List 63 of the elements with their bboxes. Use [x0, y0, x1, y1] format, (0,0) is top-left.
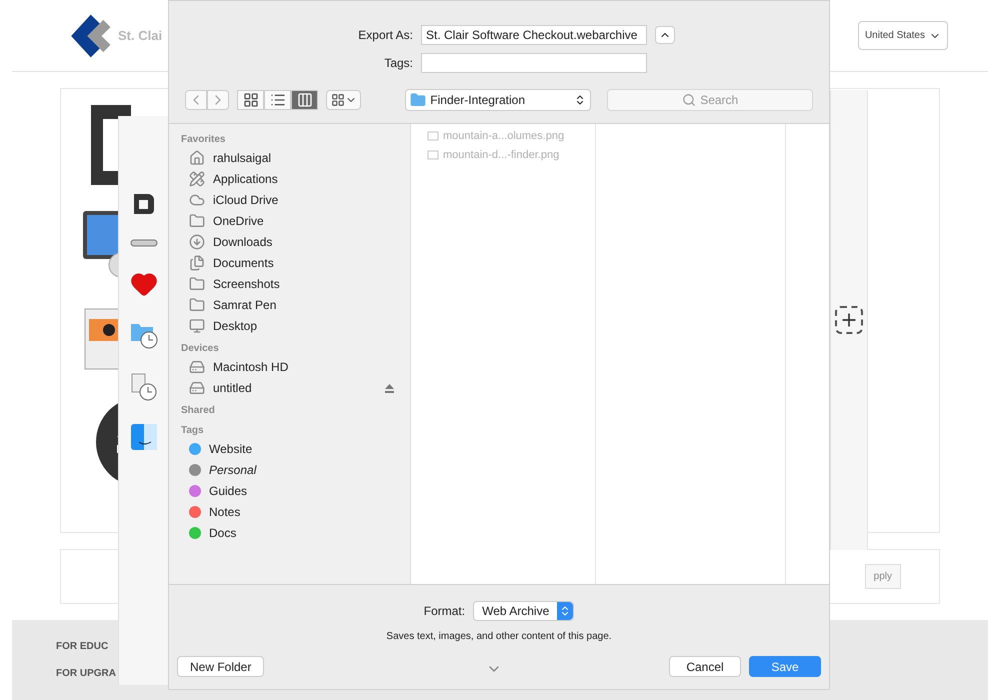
folder-icon [189, 213, 205, 229]
sidebar-item[interactable]: Desktop [213, 317, 258, 335]
sidebar-item[interactable]: Guides [209, 482, 248, 500]
columns-icon [296, 92, 312, 108]
ruler-icon [189, 171, 205, 187]
image-file-icon [427, 131, 439, 142]
format-label: Format: [424, 603, 466, 620]
drive-icon[interactable] [130, 238, 158, 248]
location-dropdown[interactable]: Finder-Integration [405, 89, 592, 111]
folder-icon [189, 276, 205, 292]
sidebar-item[interactable]: Website [209, 440, 252, 458]
documents-icon [189, 255, 205, 271]
sidebar-item[interactable]: Documents [213, 254, 274, 272]
finder-icon[interactable] [130, 424, 156, 450]
view-mode-button[interactable] [237, 90, 264, 110]
sidebar-item[interactable]: Samrat Pen [213, 296, 276, 314]
sidebar-item[interactable]: Screenshots [213, 275, 280, 293]
folder-icon [410, 92, 426, 108]
sidebar-heading: Shared [181, 404, 216, 418]
view-mode-button[interactable] [264, 90, 291, 110]
sidebar-item[interactable]: Downloads [213, 233, 272, 251]
d-folder-icon[interactable] [132, 192, 156, 216]
sidebar-item[interactable]: iCloud Drive [213, 191, 278, 209]
sidebar-heading: Devices [181, 342, 220, 356]
new-folder-button[interactable]: New Folder [177, 656, 264, 677]
search-icon [682, 93, 696, 107]
tags-field[interactable] [421, 53, 647, 73]
sidebar-item[interactable]: OneDrive [213, 212, 264, 230]
image-file-icon [427, 150, 439, 160]
cancel-button[interactable]: Cancel [669, 656, 741, 677]
view-mode-button[interactable] [291, 90, 318, 110]
download-icon [189, 234, 205, 250]
list-icon [270, 92, 286, 108]
search-placeholder: Search [700, 92, 738, 109]
site-title: St. Clai [118, 26, 162, 45]
sidebar-item[interactable]: Applications [213, 170, 278, 188]
grid-icon [330, 93, 345, 107]
sidebar-item[interactable]: Personal [209, 461, 256, 479]
sidebar-item[interactable]: Macintosh HD [213, 358, 288, 376]
region-dropdown[interactable]: United States [858, 21, 948, 50]
grid-icon [242, 92, 258, 108]
sidebar-heading: Favorites [181, 133, 226, 147]
collapse-button[interactable] [655, 26, 675, 44]
sidebar-item[interactable]: Notes [209, 503, 240, 521]
add-button[interactable] [835, 306, 863, 334]
footer-text: FOR EDUC [56, 640, 108, 654]
format-dropdown[interactable]: Web Archive [473, 601, 574, 621]
document-clock-icon[interactable] [128, 372, 158, 402]
sidebar-heading: Tags [181, 424, 205, 438]
sidebar-item[interactable]: Docs [209, 524, 236, 542]
eject-icon[interactable] [385, 384, 394, 392]
sidebar-item[interactable]: rahulsaigal [213, 149, 272, 167]
cloud-icon [189, 192, 205, 208]
sidebar-item[interactable]: untitled [213, 379, 252, 397]
filename-field[interactable]: St. Clair Software Checkout.webarchive [421, 25, 647, 45]
folder-icon [189, 297, 205, 313]
footer-text: FOR UPGRA [56, 667, 116, 681]
desktop-icon [189, 318, 205, 334]
arrange-button[interactable] [326, 90, 362, 110]
format-description: Saves text, images, and other content of this page. [386, 630, 612, 644]
export-label: Export As: [357, 27, 414, 44]
home-icon [189, 150, 205, 166]
tags-label: Tags: [383, 55, 414, 72]
